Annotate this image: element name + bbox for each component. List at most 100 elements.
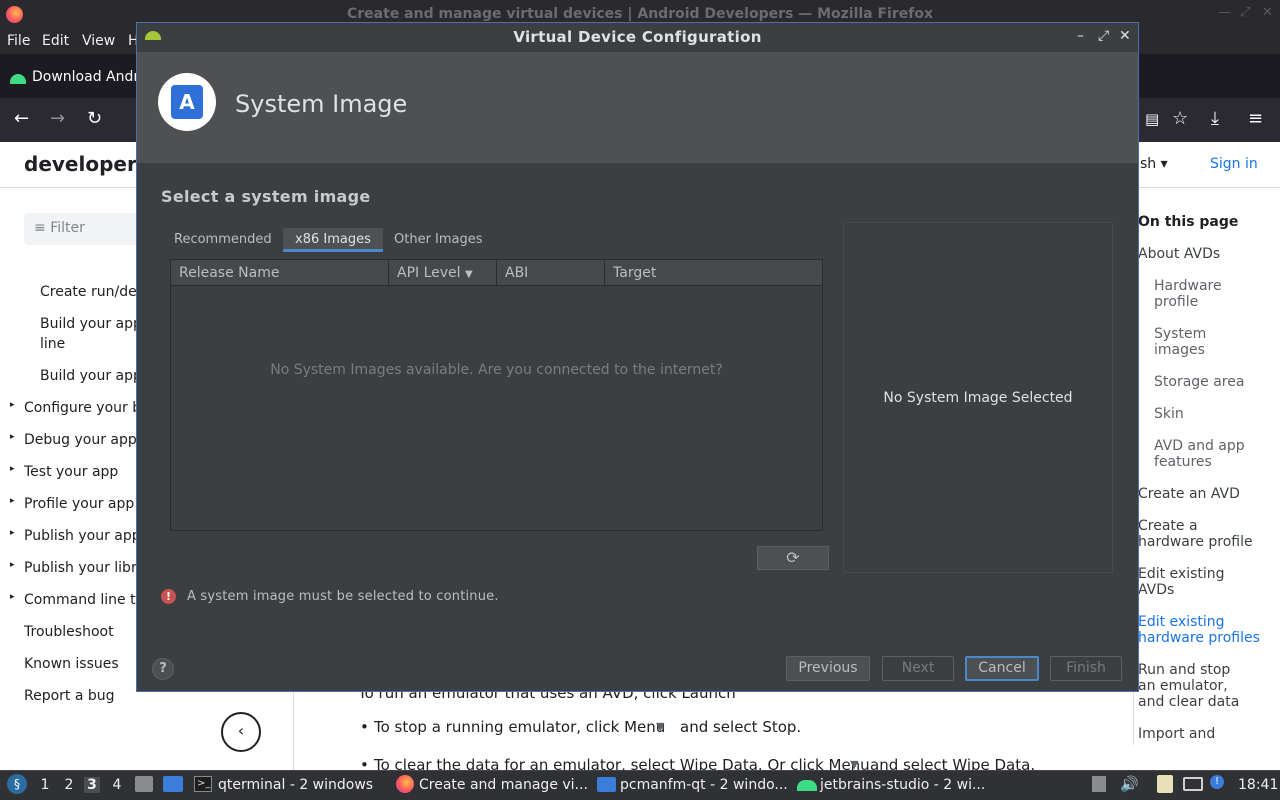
toc-item[interactable]: Create a hardware profile bbox=[1138, 518, 1263, 550]
chevron-down-icon: ▾ bbox=[1160, 156, 1168, 172]
filter-input[interactable]: ≡ Filter bbox=[24, 213, 144, 245]
browser-tab[interactable]: Download Andro bbox=[0, 60, 140, 94]
update-icon[interactable]: ! bbox=[1210, 775, 1224, 789]
nav-item[interactable]: Configure your bu bbox=[24, 400, 140, 416]
toc-item[interactable]: Edit existing AVDs bbox=[1138, 566, 1248, 598]
back-icon[interactable]: ← bbox=[14, 108, 29, 129]
file-manager-icon[interactable] bbox=[163, 776, 183, 792]
reader-view-icon[interactable]: ▤ bbox=[1145, 110, 1159, 128]
app-menu-icon[interactable]: ≡ bbox=[1248, 108, 1263, 129]
nav-item[interactable]: Test your app bbox=[24, 464, 118, 480]
android-studio-icon: A bbox=[171, 85, 203, 119]
maximize-icon[interactable]: ⤢ bbox=[1240, 5, 1250, 20]
taskbar-app-studio[interactable]: jetbrains-studio - 2 wi... bbox=[820, 777, 985, 793]
toc-item[interactable]: Create an AVD bbox=[1138, 486, 1268, 502]
finish-button[interactable]: Finish bbox=[1050, 656, 1122, 681]
folder-icon bbox=[597, 777, 616, 792]
toc-item[interactable]: Run and stop an emulator, and clear data bbox=[1138, 662, 1248, 710]
toc-item[interactable]: AVD and app features bbox=[1154, 438, 1264, 470]
nav-item[interactable]: Build your app f bbox=[40, 316, 140, 332]
menu-dropdown-icon: ▼ bbox=[656, 720, 665, 733]
forward-icon[interactable]: → bbox=[50, 108, 65, 129]
tab-recommended[interactable]: Recommended bbox=[174, 228, 272, 252]
nav-item[interactable]: Publish your librar bbox=[24, 560, 140, 576]
nav-item[interactable]: Build your app f bbox=[40, 368, 140, 384]
toc-item[interactable]: Skin bbox=[1154, 406, 1280, 422]
expand-icon[interactable]: ▸ bbox=[10, 400, 15, 410]
dialog-close-icon[interactable]: ✕ bbox=[1119, 28, 1131, 44]
workspace-2[interactable]: 2 bbox=[61, 777, 77, 793]
expand-icon[interactable]: ▸ bbox=[10, 528, 15, 538]
collapse-nav-button[interactable]: ‹ bbox=[221, 712, 261, 752]
system-image-detail-pane: No System Image Selected bbox=[843, 222, 1113, 573]
nav-item[interactable]: Publish your app bbox=[24, 528, 140, 544]
nav-item[interactable]: Report a bug bbox=[24, 688, 115, 704]
expand-icon[interactable]: ▸ bbox=[10, 560, 15, 570]
tab-other-images[interactable]: Other Images bbox=[394, 228, 483, 252]
menu-file[interactable]: File bbox=[7, 33, 30, 49]
taskbar-app-qterminal[interactable]: qterminal - 2 windows bbox=[218, 777, 373, 793]
toc-item[interactable]: Import and bbox=[1138, 726, 1268, 742]
trash-icon[interactable] bbox=[1092, 776, 1106, 792]
nav-item[interactable]: Create run/debu bbox=[40, 284, 140, 300]
volume-icon[interactable]: 🔊 bbox=[1120, 775, 1139, 793]
column-target[interactable]: Target bbox=[605, 260, 822, 286]
bullet: • bbox=[360, 756, 369, 770]
toc-item[interactable]: Storage area bbox=[1154, 374, 1280, 390]
minimize-icon[interactable]: — bbox=[1218, 5, 1231, 20]
nav-item[interactable]: line bbox=[40, 336, 65, 352]
column-release-name[interactable]: Release Name bbox=[171, 260, 389, 286]
column-api-level[interactable]: API Level ▼ bbox=[389, 260, 497, 286]
firefox-icon bbox=[396, 775, 414, 793]
taskbar-app-pcmanfm[interactable]: pcmanfm-qt - 2 windo... bbox=[620, 777, 788, 793]
nav-item[interactable]: Troubleshoot bbox=[24, 624, 114, 640]
expand-icon[interactable]: ▸ bbox=[10, 464, 15, 474]
column-abi[interactable]: ABI bbox=[497, 260, 605, 286]
previous-button[interactable]: Previous bbox=[786, 656, 870, 681]
workspace-4[interactable]: 4 bbox=[109, 777, 125, 793]
toc-title: On this page bbox=[1138, 214, 1239, 230]
bookmark-star-icon[interactable]: ☆ bbox=[1172, 108, 1188, 129]
tab-x86-images[interactable]: x86 Images bbox=[283, 228, 383, 252]
article-line: and select Wipe Data. bbox=[870, 756, 1036, 770]
close-icon[interactable]: ✕ bbox=[1262, 5, 1273, 20]
downloads-icon[interactable]: ⤓ bbox=[1211, 108, 1219, 129]
reload-icon[interactable]: ↻ bbox=[87, 108, 102, 129]
refresh-button[interactable]: ⟳ bbox=[757, 546, 829, 570]
start-menu-icon[interactable]: § bbox=[7, 774, 27, 794]
toc-item-active[interactable]: Edit existing hardware profiles bbox=[1138, 614, 1278, 646]
android-icon bbox=[10, 74, 26, 84]
sign-in-link[interactable]: Sign in bbox=[1210, 156, 1258, 172]
section-title: Select a system image bbox=[161, 187, 371, 206]
menu-edit[interactable]: Edit bbox=[42, 33, 69, 49]
android-icon bbox=[797, 780, 817, 791]
toc-item[interactable]: About AVDs bbox=[1138, 246, 1268, 262]
taskbar-app-firefox[interactable]: Create and manage vi... bbox=[419, 777, 588, 793]
expand-icon[interactable]: ▸ bbox=[10, 496, 15, 506]
language-selector[interactable]: sh ▾ bbox=[1140, 156, 1168, 172]
dialog-maximize-icon[interactable]: ⤢ bbox=[1098, 28, 1109, 44]
clock: 18:41 bbox=[1238, 777, 1279, 793]
dialog-minimize-icon[interactable]: – bbox=[1077, 28, 1084, 44]
clipboard-icon[interactable] bbox=[1157, 775, 1173, 793]
article-line: To stop a running emulator, click Menu bbox=[374, 718, 666, 736]
nav-item[interactable]: Command line too bbox=[24, 592, 140, 608]
nav-item[interactable]: Known issues bbox=[24, 656, 119, 672]
cancel-button[interactable]: Cancel bbox=[965, 656, 1039, 681]
help-button[interactable]: ? bbox=[152, 658, 174, 680]
nav-item[interactable]: Profile your app bbox=[24, 496, 134, 512]
next-button[interactable]: Next bbox=[882, 656, 954, 681]
show-desktop-icon[interactable] bbox=[135, 776, 153, 792]
workspace-1[interactable]: 1 bbox=[37, 777, 53, 793]
nav-item[interactable]: Debug your app bbox=[24, 432, 137, 448]
site-logo[interactable]: developers bbox=[24, 152, 149, 176]
expand-icon[interactable]: ▸ bbox=[10, 592, 15, 602]
workspace-3[interactable]: 3 bbox=[84, 777, 100, 793]
display-icon[interactable] bbox=[1183, 777, 1203, 791]
expand-icon[interactable]: ▸ bbox=[10, 432, 15, 442]
system-image-table[interactable]: Release Name API Level ▼ ABI Target No S… bbox=[170, 259, 823, 531]
toc-item[interactable]: System images bbox=[1154, 326, 1234, 358]
toc-item[interactable]: Hardware profile bbox=[1154, 278, 1254, 310]
filter-icon: ≡ bbox=[34, 220, 46, 236]
menu-view[interactable]: View bbox=[82, 33, 115, 49]
